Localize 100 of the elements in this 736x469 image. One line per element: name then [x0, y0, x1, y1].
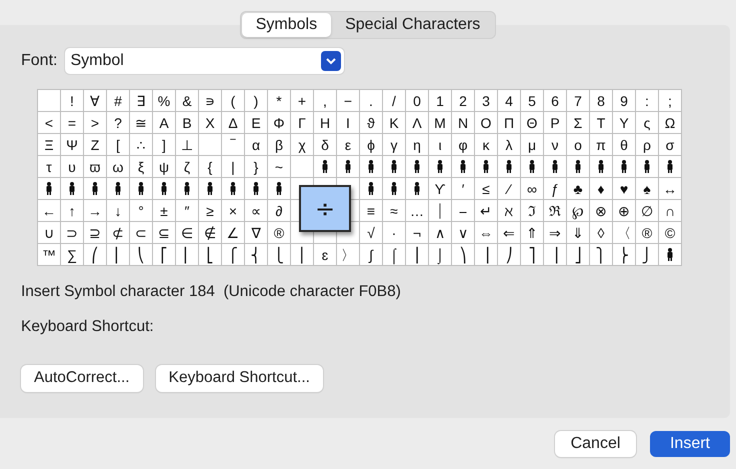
symbol-cell[interactable]: Τ	[590, 112, 613, 134]
symbol-cell[interactable]: Θ	[521, 112, 544, 134]
symbol-cell[interactable]: ∨	[452, 222, 475, 244]
symbol-cell[interactable]: ℑ	[521, 200, 544, 222]
symbol-cell[interactable]: ⎟	[475, 244, 498, 266]
symbol-cell[interactable]: ζ	[176, 156, 199, 178]
symbol-cell[interactable]: 〈	[613, 222, 636, 244]
symbol-cell[interactable]: ×	[222, 200, 245, 222]
symbol-cell[interactable]: ⊇	[84, 222, 107, 244]
symbol-cell[interactable]: Π	[498, 112, 521, 134]
symbol-cell[interactable]: *	[268, 90, 291, 112]
symbol-cell[interactable]: ⎥	[544, 244, 567, 266]
symbol-cell[interactable]: 9	[613, 90, 636, 112]
symbol-cell[interactable]: ⎛	[84, 244, 107, 266]
symbol-cell[interactable]: ™	[38, 244, 61, 266]
symbol-cell[interactable]	[567, 156, 590, 178]
symbol-cell[interactable]	[176, 178, 199, 200]
symbol-cell[interactable]: |	[222, 156, 245, 178]
symbol-cell[interactable]: ⎤	[521, 244, 544, 266]
symbol-cell[interactable]: ⎝	[130, 244, 153, 266]
symbol-cell[interactable]: ≅	[130, 112, 153, 134]
symbol-cell[interactable]: :	[636, 90, 659, 112]
symbol-cell[interactable]: δ	[314, 134, 337, 156]
symbol-cell[interactable]: ⊆	[153, 222, 176, 244]
symbol-cell[interactable]: ®	[636, 222, 659, 244]
symbol-cell[interactable]: ⎮	[406, 244, 429, 266]
symbol-cell[interactable]	[383, 156, 406, 178]
symbol-cell[interactable]: }	[245, 156, 268, 178]
symbol-cell[interactable]	[107, 178, 130, 200]
symbol-cell[interactable]: ∝	[245, 200, 268, 222]
symbol-cell[interactable]: β	[268, 134, 291, 156]
symbol-cell[interactable]: ↑	[61, 200, 84, 222]
symbol-cell[interactable]	[498, 156, 521, 178]
symbol-cell[interactable]: =	[61, 112, 84, 134]
symbol-cell[interactable]: 4	[498, 90, 521, 112]
symbol-cell[interactable]: ⏐	[429, 200, 452, 222]
symbol-cell[interactable]	[222, 178, 245, 200]
symbol-cell[interactable]: Η	[314, 112, 337, 134]
symbol-cell[interactable]	[659, 244, 682, 266]
symbol-cell[interactable]: ϑ	[360, 112, 383, 134]
symbol-cell[interactable]	[521, 156, 544, 178]
symbol-cell[interactable]: ι	[429, 134, 452, 156]
symbol-cell[interactable]: κ	[475, 134, 498, 156]
symbol-cell[interactable]: ƒ	[544, 178, 567, 200]
symbol-cell[interactable]	[475, 156, 498, 178]
symbol-cell[interactable]	[153, 178, 176, 200]
symbol-cell[interactable]: χ	[291, 134, 314, 156]
symbol-cell[interactable]: ∃	[130, 90, 153, 112]
symbol-cell[interactable]: Β	[176, 112, 199, 134]
symbol-cell[interactable]: ⊄	[107, 222, 130, 244]
dialog-button[interactable]: AutoCorrect...	[21, 364, 143, 392]
symbol-cell[interactable]: ⎪	[291, 244, 314, 266]
symbol-cell[interactable]: ⎫	[590, 244, 613, 266]
symbol-cell[interactable]: ≡	[360, 200, 383, 222]
symbol-cell[interactable]	[268, 178, 291, 200]
symbol-cell[interactable]: Ε	[245, 112, 268, 134]
symbol-cell[interactable]: ⊕	[613, 200, 636, 222]
symbol-cell[interactable]: λ	[498, 134, 521, 156]
symbol-cell[interactable]: ⊂	[130, 222, 153, 244]
symbol-cell[interactable]: ⎭	[636, 244, 659, 266]
symbol-cell[interactable]: .	[360, 90, 383, 112]
symbol-cell[interactable]: ⎦	[567, 244, 590, 266]
symbol-cell[interactable]: τ	[38, 156, 61, 178]
symbol-cell[interactable]: ↵	[475, 200, 498, 222]
symbol-cell[interactable]: Α	[153, 112, 176, 134]
symbol-cell[interactable]	[406, 178, 429, 200]
symbol-cell[interactable]: ♠	[636, 178, 659, 200]
font-dropdown[interactable]: Symbol	[65, 48, 344, 74]
symbol-cell[interactable]: )	[245, 90, 268, 112]
symbol-cell[interactable]: ±	[153, 200, 176, 222]
symbol-cell[interactable]: α	[245, 134, 268, 156]
symbol-cell[interactable]: 1	[429, 90, 452, 112]
symbol-cell[interactable]: ♥	[613, 178, 636, 200]
symbol-cell[interactable]: ?	[107, 112, 130, 134]
symbol-cell[interactable]: ♦	[590, 178, 613, 200]
symbol-cell[interactable]: √	[360, 222, 383, 244]
symbol-cell[interactable]: ⌡	[429, 244, 452, 266]
symbol-cell[interactable]: ∍	[199, 90, 222, 112]
symbol-cell[interactable]: ϕ	[360, 134, 383, 156]
symbol-cell[interactable]: ⎧	[222, 244, 245, 266]
symbol-cell[interactable]: 5	[521, 90, 544, 112]
symbol-cell[interactable]: Ν	[452, 112, 475, 134]
symbol-cell[interactable]: ⎢	[176, 244, 199, 266]
tab[interactable]: Symbols	[242, 13, 332, 37]
symbol-cell[interactable]: ∫	[360, 244, 383, 266]
symbol-cell[interactable]: ;	[659, 90, 682, 112]
symbol-cell[interactable]: γ	[383, 134, 406, 156]
symbol-cell[interactable]: ω	[107, 156, 130, 178]
symbol-cell[interactable]: ⇓	[567, 222, 590, 244]
symbol-cell[interactable]: ⇐	[498, 222, 521, 244]
symbol-cell[interactable]: ϖ	[84, 156, 107, 178]
symbol-cell[interactable]	[61, 178, 84, 200]
symbol-cell[interactable]: π	[590, 134, 613, 156]
symbol-cell[interactable]: ρ	[636, 134, 659, 156]
cancel-button[interactable]: Cancel	[555, 431, 636, 457]
insert-button[interactable]: Insert	[650, 431, 730, 457]
symbol-cell[interactable]: …	[406, 200, 429, 222]
symbol-cell[interactable]: 7	[567, 90, 590, 112]
symbol-cell[interactable]	[360, 178, 383, 200]
symbol-cell[interactable]: Κ	[383, 112, 406, 134]
